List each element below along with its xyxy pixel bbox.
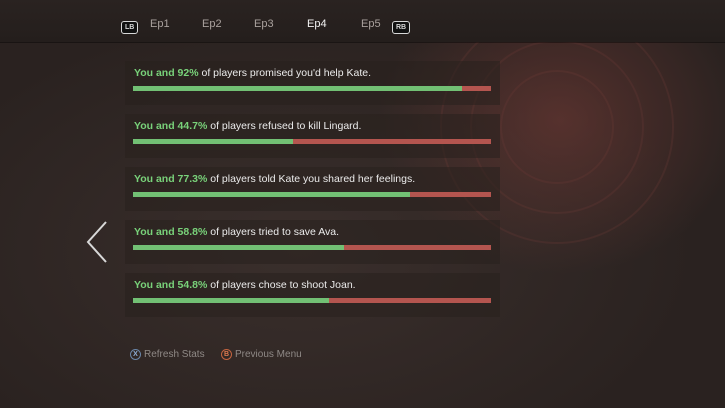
stat-percent: You and 58.8% — [134, 226, 208, 238]
stat-text: You and 54.8% of players chose to shoot … — [134, 279, 356, 291]
stat-text: You and 44.7% of players refused to kill… — [134, 120, 361, 132]
stat-text: You and 58.8% of players tried to save A… — [134, 226, 339, 238]
previous-menu-button[interactable]: B Previous Menu — [221, 349, 302, 360]
stat-percent: You and 92% — [134, 67, 199, 79]
stat-description: of players promised you'd help Kate. — [198, 67, 372, 79]
previous-menu-label: Previous Menu — [235, 349, 302, 360]
chevron-left-icon[interactable] — [84, 220, 110, 269]
tab-ep3[interactable]: Ep3 — [254, 18, 274, 30]
stat-row: You and 44.7% of players refused to kill… — [125, 114, 500, 158]
tab-ep5[interactable]: Ep5 — [361, 18, 381, 30]
stat-percent: You and 77.3% — [134, 173, 208, 185]
stat-description: of players refused to kill Lingard. — [207, 120, 362, 132]
stat-bar-fill — [133, 139, 294, 144]
left-bumper-icon[interactable]: LB — [121, 21, 139, 34]
refresh-stats-button[interactable]: X Refresh Stats — [130, 349, 205, 360]
stat-bar — [133, 192, 491, 197]
right-bumper-icon[interactable]: RB — [392, 21, 411, 34]
stat-row: You and 58.8% of players tried to save A… — [125, 220, 500, 264]
tab-ep2[interactable]: Ep2 — [202, 18, 222, 30]
stat-bar — [133, 298, 491, 303]
stat-percent: You and 44.7% — [134, 120, 208, 132]
stat-row: You and 77.3% of players told Kate you s… — [125, 167, 500, 211]
x-button-icon: X — [130, 349, 141, 360]
tab-ep1[interactable]: Ep1 — [150, 18, 170, 30]
stat-description: of players tried to save Ava. — [207, 226, 340, 238]
stat-bar-fill — [133, 298, 330, 303]
stat-description: of players told Kate you shared her feel… — [207, 173, 416, 185]
stat-bar-fill — [133, 86, 463, 91]
stat-description: of players chose to shoot Joan. — [207, 279, 356, 291]
tab-ep4[interactable]: Ep4 — [307, 18, 327, 30]
stat-bar — [133, 86, 491, 91]
b-button-icon: B — [221, 349, 232, 360]
stat-row: You and 92% of players promised you'd he… — [125, 61, 500, 105]
refresh-stats-label: Refresh Stats — [144, 349, 205, 360]
stat-bar — [133, 139, 491, 144]
stat-bar-fill — [133, 245, 344, 250]
stat-bar-fill — [133, 192, 410, 197]
stat-text: You and 77.3% of players told Kate you s… — [134, 173, 415, 185]
stat-text: You and 92% of players promised you'd he… — [134, 67, 371, 79]
stat-bar — [133, 245, 491, 250]
episode-tab-bar: LB Ep1 Ep2 Ep3 Ep4 Ep5 RB — [0, 0, 725, 42]
stat-percent: You and 54.8% — [134, 279, 208, 291]
stat-row: You and 54.8% of players chose to shoot … — [125, 273, 500, 317]
